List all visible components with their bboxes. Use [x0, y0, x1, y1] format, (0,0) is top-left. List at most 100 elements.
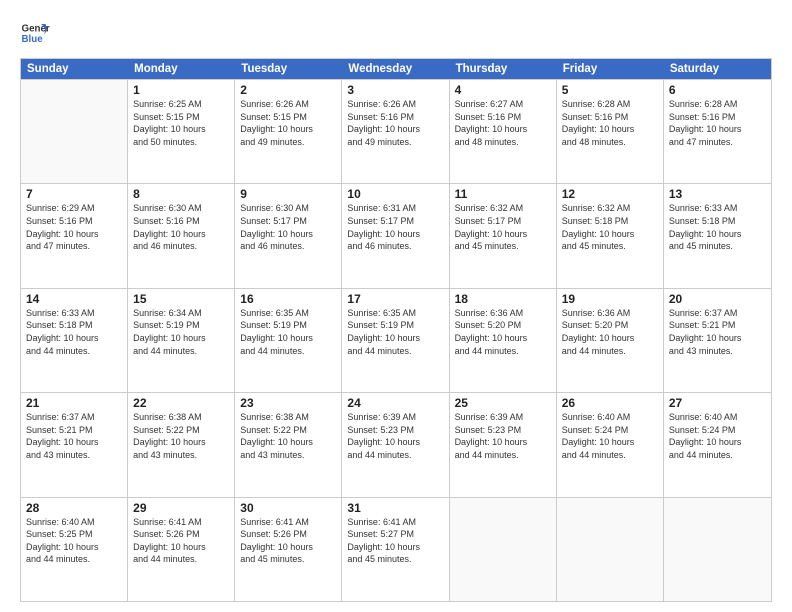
- day-info: Sunrise: 6:29 AM Sunset: 5:16 PM Dayligh…: [26, 202, 122, 252]
- day-number: 28: [26, 501, 122, 515]
- header-day-thursday: Thursday: [450, 59, 557, 79]
- week-row-1: 1Sunrise: 6:25 AM Sunset: 5:15 PM Daylig…: [21, 79, 771, 183]
- day-info: Sunrise: 6:36 AM Sunset: 5:20 PM Dayligh…: [455, 307, 551, 357]
- day-info: Sunrise: 6:30 AM Sunset: 5:17 PM Dayligh…: [240, 202, 336, 252]
- day-number: 23: [240, 396, 336, 410]
- day-info: Sunrise: 6:40 AM Sunset: 5:24 PM Dayligh…: [562, 411, 658, 461]
- day-info: Sunrise: 6:41 AM Sunset: 5:26 PM Dayligh…: [133, 516, 229, 566]
- day-info: Sunrise: 6:30 AM Sunset: 5:16 PM Dayligh…: [133, 202, 229, 252]
- day-number: 15: [133, 292, 229, 306]
- day-number: 12: [562, 187, 658, 201]
- day-info: Sunrise: 6:32 AM Sunset: 5:17 PM Dayligh…: [455, 202, 551, 252]
- day-number: 29: [133, 501, 229, 515]
- calendar-cell: 11Sunrise: 6:32 AM Sunset: 5:17 PM Dayli…: [450, 184, 557, 287]
- logo: General Blue: [20, 18, 54, 48]
- svg-text:Blue: Blue: [22, 34, 44, 45]
- calendar-cell: 25Sunrise: 6:39 AM Sunset: 5:23 PM Dayli…: [450, 393, 557, 496]
- week-row-3: 14Sunrise: 6:33 AM Sunset: 5:18 PM Dayli…: [21, 288, 771, 392]
- calendar-cell: 2Sunrise: 6:26 AM Sunset: 5:15 PM Daylig…: [235, 80, 342, 183]
- calendar-cell: 13Sunrise: 6:33 AM Sunset: 5:18 PM Dayli…: [664, 184, 771, 287]
- day-info: Sunrise: 6:35 AM Sunset: 5:19 PM Dayligh…: [240, 307, 336, 357]
- day-info: Sunrise: 6:37 AM Sunset: 5:21 PM Dayligh…: [669, 307, 766, 357]
- day-number: 27: [669, 396, 766, 410]
- header-day-monday: Monday: [128, 59, 235, 79]
- calendar-cell: 29Sunrise: 6:41 AM Sunset: 5:26 PM Dayli…: [128, 498, 235, 601]
- day-number: 21: [26, 396, 122, 410]
- header-day-saturday: Saturday: [664, 59, 771, 79]
- day-number: 4: [455, 83, 551, 97]
- day-number: 19: [562, 292, 658, 306]
- day-number: 11: [455, 187, 551, 201]
- calendar-page: General Blue SundayMondayTuesdayWednesda…: [0, 0, 792, 612]
- day-number: 26: [562, 396, 658, 410]
- calendar-cell: 18Sunrise: 6:36 AM Sunset: 5:20 PM Dayli…: [450, 289, 557, 392]
- calendar-cell: 5Sunrise: 6:28 AM Sunset: 5:16 PM Daylig…: [557, 80, 664, 183]
- day-number: 16: [240, 292, 336, 306]
- day-info: Sunrise: 6:39 AM Sunset: 5:23 PM Dayligh…: [347, 411, 443, 461]
- day-number: 24: [347, 396, 443, 410]
- day-number: 22: [133, 396, 229, 410]
- calendar-cell: 3Sunrise: 6:26 AM Sunset: 5:16 PM Daylig…: [342, 80, 449, 183]
- day-info: Sunrise: 6:38 AM Sunset: 5:22 PM Dayligh…: [133, 411, 229, 461]
- day-info: Sunrise: 6:35 AM Sunset: 5:19 PM Dayligh…: [347, 307, 443, 357]
- day-number: 7: [26, 187, 122, 201]
- day-number: 14: [26, 292, 122, 306]
- day-number: 20: [669, 292, 766, 306]
- header-day-sunday: Sunday: [21, 59, 128, 79]
- day-info: Sunrise: 6:25 AM Sunset: 5:15 PM Dayligh…: [133, 98, 229, 148]
- week-row-4: 21Sunrise: 6:37 AM Sunset: 5:21 PM Dayli…: [21, 392, 771, 496]
- calendar-cell: 20Sunrise: 6:37 AM Sunset: 5:21 PM Dayli…: [664, 289, 771, 392]
- day-number: 2: [240, 83, 336, 97]
- calendar-cell: 17Sunrise: 6:35 AM Sunset: 5:19 PM Dayli…: [342, 289, 449, 392]
- day-number: 5: [562, 83, 658, 97]
- day-info: Sunrise: 6:38 AM Sunset: 5:22 PM Dayligh…: [240, 411, 336, 461]
- calendar-grid: SundayMondayTuesdayWednesdayThursdayFrid…: [20, 58, 772, 602]
- day-info: Sunrise: 6:33 AM Sunset: 5:18 PM Dayligh…: [26, 307, 122, 357]
- calendar-cell: 15Sunrise: 6:34 AM Sunset: 5:19 PM Dayli…: [128, 289, 235, 392]
- day-info: Sunrise: 6:36 AM Sunset: 5:20 PM Dayligh…: [562, 307, 658, 357]
- day-info: Sunrise: 6:40 AM Sunset: 5:24 PM Dayligh…: [669, 411, 766, 461]
- day-info: Sunrise: 6:32 AM Sunset: 5:18 PM Dayligh…: [562, 202, 658, 252]
- day-info: Sunrise: 6:41 AM Sunset: 5:27 PM Dayligh…: [347, 516, 443, 566]
- calendar-cell: 23Sunrise: 6:38 AM Sunset: 5:22 PM Dayli…: [235, 393, 342, 496]
- day-info: Sunrise: 6:34 AM Sunset: 5:19 PM Dayligh…: [133, 307, 229, 357]
- day-info: Sunrise: 6:27 AM Sunset: 5:16 PM Dayligh…: [455, 98, 551, 148]
- day-number: 25: [455, 396, 551, 410]
- calendar-cell: 19Sunrise: 6:36 AM Sunset: 5:20 PM Dayli…: [557, 289, 664, 392]
- day-info: Sunrise: 6:26 AM Sunset: 5:16 PM Dayligh…: [347, 98, 443, 148]
- calendar-cell: 21Sunrise: 6:37 AM Sunset: 5:21 PM Dayli…: [21, 393, 128, 496]
- calendar-cell: [664, 498, 771, 601]
- calendar-cell: 14Sunrise: 6:33 AM Sunset: 5:18 PM Dayli…: [21, 289, 128, 392]
- calendar-cell: [450, 498, 557, 601]
- calendar-cell: 12Sunrise: 6:32 AM Sunset: 5:18 PM Dayli…: [557, 184, 664, 287]
- day-number: 8: [133, 187, 229, 201]
- day-info: Sunrise: 6:31 AM Sunset: 5:17 PM Dayligh…: [347, 202, 443, 252]
- calendar-cell: 31Sunrise: 6:41 AM Sunset: 5:27 PM Dayli…: [342, 498, 449, 601]
- day-info: Sunrise: 6:33 AM Sunset: 5:18 PM Dayligh…: [669, 202, 766, 252]
- day-number: 13: [669, 187, 766, 201]
- day-info: Sunrise: 6:26 AM Sunset: 5:15 PM Dayligh…: [240, 98, 336, 148]
- calendar-cell: 6Sunrise: 6:28 AM Sunset: 5:16 PM Daylig…: [664, 80, 771, 183]
- logo-icon: General Blue: [20, 18, 50, 48]
- day-number: 3: [347, 83, 443, 97]
- day-info: Sunrise: 6:39 AM Sunset: 5:23 PM Dayligh…: [455, 411, 551, 461]
- calendar-cell: 1Sunrise: 6:25 AM Sunset: 5:15 PM Daylig…: [128, 80, 235, 183]
- calendar-cell: 22Sunrise: 6:38 AM Sunset: 5:22 PM Dayli…: [128, 393, 235, 496]
- calendar-cell: 9Sunrise: 6:30 AM Sunset: 5:17 PM Daylig…: [235, 184, 342, 287]
- calendar-cell: 27Sunrise: 6:40 AM Sunset: 5:24 PM Dayli…: [664, 393, 771, 496]
- week-row-2: 7Sunrise: 6:29 AM Sunset: 5:16 PM Daylig…: [21, 183, 771, 287]
- header-day-friday: Friday: [557, 59, 664, 79]
- header-day-tuesday: Tuesday: [235, 59, 342, 79]
- day-info: Sunrise: 6:37 AM Sunset: 5:21 PM Dayligh…: [26, 411, 122, 461]
- day-number: 1: [133, 83, 229, 97]
- calendar-cell: 10Sunrise: 6:31 AM Sunset: 5:17 PM Dayli…: [342, 184, 449, 287]
- calendar-cell: 30Sunrise: 6:41 AM Sunset: 5:26 PM Dayli…: [235, 498, 342, 601]
- day-info: Sunrise: 6:41 AM Sunset: 5:26 PM Dayligh…: [240, 516, 336, 566]
- week-row-5: 28Sunrise: 6:40 AM Sunset: 5:25 PM Dayli…: [21, 497, 771, 601]
- day-info: Sunrise: 6:28 AM Sunset: 5:16 PM Dayligh…: [562, 98, 658, 148]
- calendar-header: SundayMondayTuesdayWednesdayThursdayFrid…: [21, 59, 771, 79]
- day-number: 18: [455, 292, 551, 306]
- header-day-wednesday: Wednesday: [342, 59, 449, 79]
- day-number: 17: [347, 292, 443, 306]
- calendar-cell: 24Sunrise: 6:39 AM Sunset: 5:23 PM Dayli…: [342, 393, 449, 496]
